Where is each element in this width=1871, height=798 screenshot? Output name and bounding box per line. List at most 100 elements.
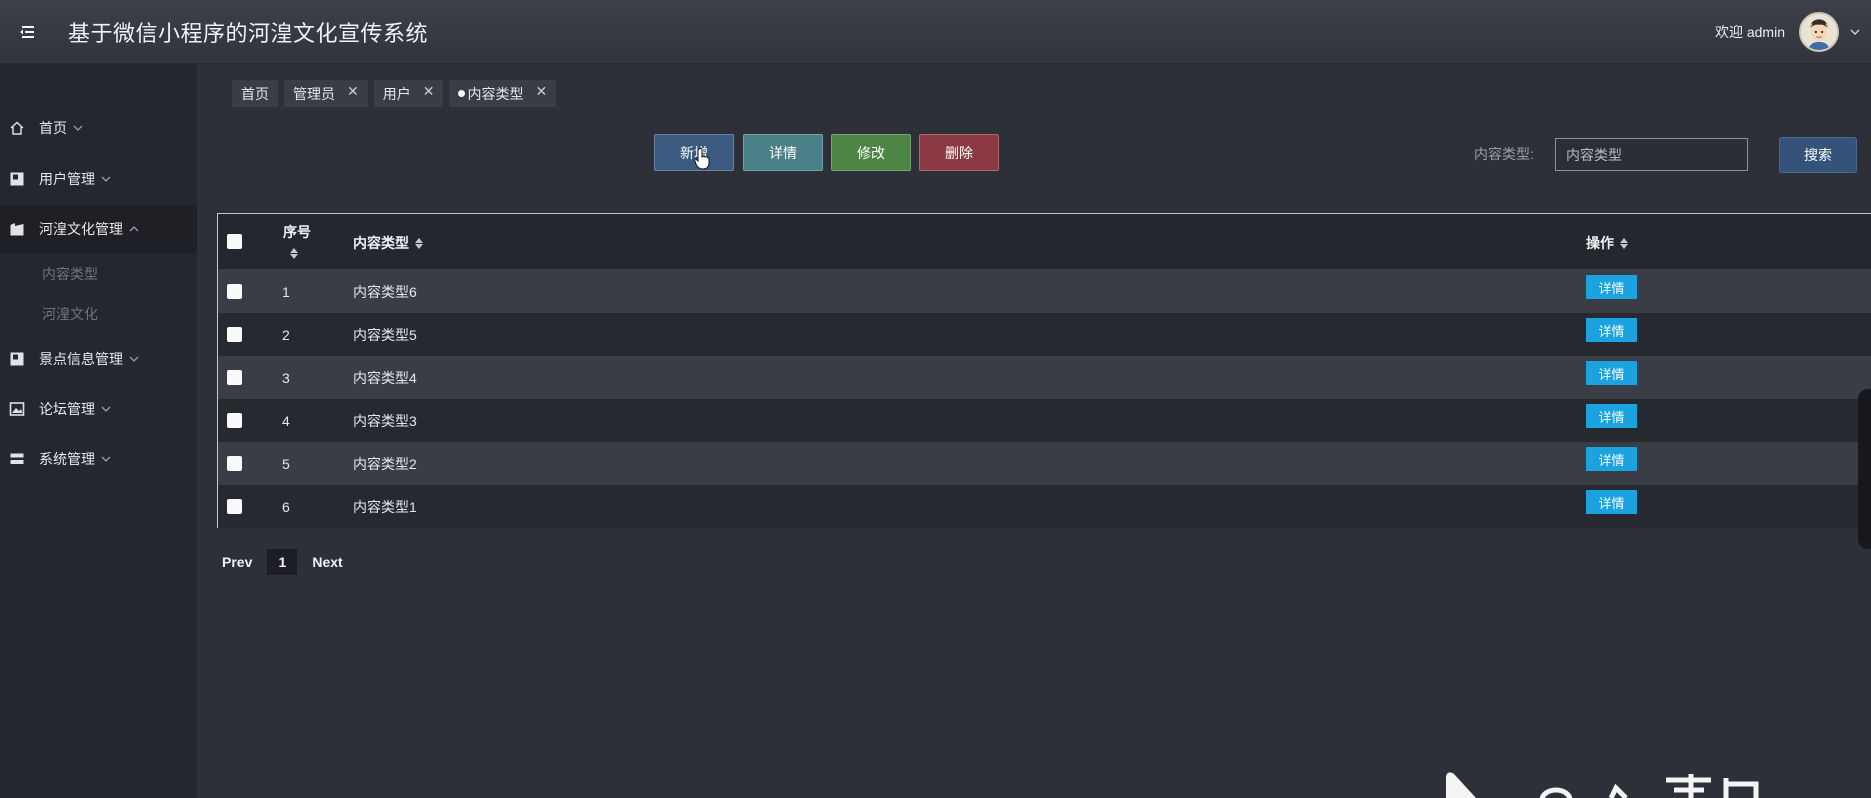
- chevron-down-icon: [73, 122, 85, 134]
- sidebar-subitem-culture[interactable]: 河湟文化: [0, 294, 197, 334]
- row-checkbox[interactable]: [227, 284, 242, 299]
- page-number-button[interactable]: 1: [267, 549, 298, 575]
- app-title: 基于微信小程序的河湟文化宣传系统: [68, 20, 429, 46]
- row-content-type: 内容类型6: [353, 283, 417, 300]
- sidebar-item-scenic-management[interactable]: 景点信息管理: [0, 335, 197, 383]
- user-card-icon: [9, 351, 25, 367]
- tab-bar: 首页 管理员 ✕ 用户 ✕ 内容类型 ✕: [232, 80, 557, 107]
- welcome-text: 欢迎 admin: [1714, 24, 1785, 40]
- side-drawer-handle[interactable]: [1858, 389, 1871, 549]
- sidebar-item-forum-management[interactable]: 论坛管理: [0, 385, 197, 433]
- row-index: 3: [282, 369, 290, 386]
- tab-admin[interactable]: 管理员 ✕: [284, 80, 368, 107]
- header-action[interactable]: 操作: [1586, 233, 1628, 253]
- list-icon: [9, 451, 25, 467]
- row-checkbox[interactable]: [227, 327, 242, 342]
- sidebar-item-home[interactable]: 首页: [0, 104, 197, 152]
- folder-icon: [9, 221, 25, 237]
- sidebar-item-label: 论坛管理: [39, 401, 95, 417]
- chevron-down-icon: [101, 173, 113, 185]
- header-action-label: 操作: [1586, 235, 1614, 251]
- sidebar-item-label: 河湟文化管理: [39, 221, 123, 237]
- table-row: 4 内容类型3 详情: [218, 399, 1871, 442]
- search-label: 内容类型:: [1474, 146, 1534, 162]
- tab-label: 首页: [241, 85, 269, 102]
- next-page-button[interactable]: Next: [312, 554, 342, 570]
- tab-label: 内容类型: [467, 85, 524, 102]
- sidebar-item-label: 景点信息管理: [39, 351, 123, 367]
- image-icon: [9, 401, 25, 417]
- select-all-checkbox[interactable]: [227, 234, 242, 249]
- row-checkbox[interactable]: [227, 499, 242, 514]
- row-content-type: 内容类型2: [353, 455, 417, 472]
- header-index-label: 序号: [283, 224, 311, 240]
- close-icon[interactable]: ✕: [535, 84, 547, 98]
- data-table: 序号 内容类型 操作 1 内容类型6 详情 2 内容类型5 详情 3 内容类型4…: [217, 213, 1871, 528]
- row-checkbox[interactable]: [227, 413, 242, 428]
- watermark-logo-icon: [1446, 772, 1759, 798]
- menu-toggle-icon[interactable]: [0, 5, 54, 59]
- tab-label: 用户: [382, 85, 411, 102]
- header-index[interactable]: 序号: [283, 222, 311, 259]
- row-checkbox[interactable]: [227, 456, 242, 471]
- detail-button[interactable]: 详情: [743, 134, 823, 171]
- tab-content-type[interactable]: 内容类型 ✕: [449, 80, 557, 107]
- header-content-type[interactable]: 内容类型: [353, 233, 423, 253]
- user-menu-chevron-icon[interactable]: [1839, 0, 1871, 64]
- tab-user[interactable]: 用户 ✕: [373, 80, 444, 107]
- chevron-up-icon: [129, 223, 141, 235]
- row-content-type: 内容类型4: [353, 369, 417, 386]
- row-detail-button[interactable]: 详情: [1586, 447, 1637, 471]
- tab-label: 管理员: [293, 85, 335, 102]
- sidebar-item-label: 用户管理: [39, 171, 95, 187]
- sort-icon: [1620, 237, 1628, 249]
- chevron-down-icon: [101, 453, 113, 465]
- row-detail-button[interactable]: 详情: [1586, 318, 1637, 342]
- close-icon[interactable]: ✕: [347, 84, 359, 98]
- sidebar-item-culture-management[interactable]: 河湟文化管理: [0, 205, 197, 253]
- row-detail-button[interactable]: 详情: [1586, 275, 1637, 299]
- pagination: Prev 1 Next: [222, 549, 343, 575]
- table-row: 3 内容类型4 详情: [218, 356, 1871, 399]
- table-header: 序号 内容类型 操作: [218, 214, 1871, 270]
- chevron-down-icon: [101, 403, 113, 415]
- edit-button[interactable]: 修改: [831, 134, 911, 171]
- row-checkbox[interactable]: [227, 370, 242, 385]
- row-index: 2: [282, 326, 290, 343]
- sidebar-subitem-content-type[interactable]: 内容类型: [0, 254, 197, 294]
- delete-button[interactable]: 删除: [919, 134, 999, 171]
- table-row: 2 内容类型5 详情: [218, 313, 1871, 356]
- sidebar: 首页 用户管理 河湟文化管理 内容类型 河湟文化 景点信息管理 论坛管理 系统管…: [0, 64, 197, 798]
- row-detail-button[interactable]: 详情: [1586, 361, 1637, 385]
- row-detail-button[interactable]: 详情: [1586, 404, 1637, 428]
- tab-home[interactable]: 首页: [232, 80, 278, 107]
- row-content-type: 内容类型5: [353, 326, 417, 343]
- row-detail-button[interactable]: 详情: [1586, 490, 1637, 514]
- search-button[interactable]: 搜索: [1779, 137, 1857, 173]
- sort-icon: [415, 237, 423, 249]
- sidebar-item-user-management[interactable]: 用户管理: [0, 155, 197, 203]
- row-content-type: 内容类型3: [353, 412, 417, 429]
- table-row: 5 内容类型2 详情: [218, 442, 1871, 485]
- add-button[interactable]: 新增: [654, 134, 734, 171]
- sidebar-item-label: 系统管理: [39, 451, 95, 467]
- row-content-type: 内容类型1: [353, 498, 417, 515]
- header-content-type-label: 内容类型: [353, 235, 409, 251]
- search-input[interactable]: [1555, 138, 1748, 171]
- home-icon: [9, 120, 25, 136]
- row-index: 5: [282, 455, 290, 472]
- avatar[interactable]: [1799, 12, 1839, 52]
- sidebar-item-label: 首页: [39, 120, 67, 136]
- user-card-icon: [9, 171, 25, 187]
- active-dot-icon: [458, 90, 466, 97]
- close-icon[interactable]: ✕: [423, 84, 435, 98]
- row-index: 1: [282, 283, 290, 300]
- sidebar-item-system-management[interactable]: 系统管理: [0, 435, 197, 483]
- row-index: 6: [282, 498, 290, 515]
- row-index: 4: [282, 412, 290, 429]
- chevron-down-icon: [129, 353, 141, 365]
- prev-page-button[interactable]: Prev: [222, 554, 252, 570]
- table-row: 1 内容类型6 详情: [218, 270, 1871, 313]
- top-header: 基于微信小程序的河湟文化宣传系统 欢迎 admin: [0, 0, 1871, 64]
- table-row: 6 内容类型1 详情: [218, 485, 1871, 528]
